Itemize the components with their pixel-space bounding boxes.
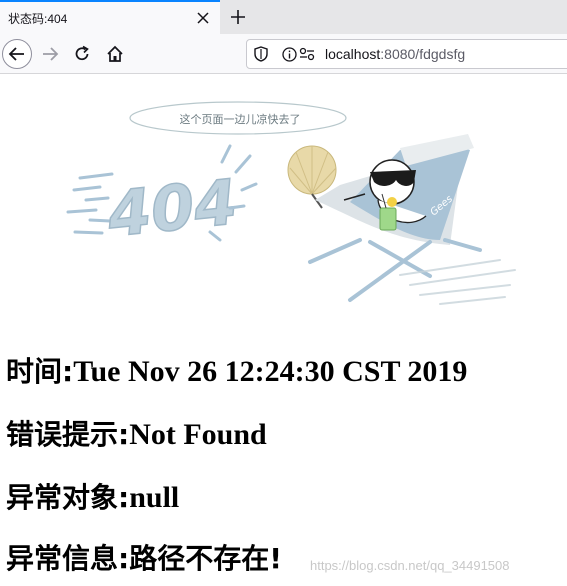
url-text[interactable]: localhost:8080/fdgdsfg [325,46,465,62]
url-host: localhost [325,46,381,62]
exception-info-line: 异常信息:路径不存在! [6,537,282,577]
reload-icon [75,45,89,61]
home-icon [107,45,123,62]
info-icon[interactable] [281,46,297,62]
exception-object-line: 异常对象:null [6,476,179,516]
error-message-value: Not Found [129,418,267,451]
tab-active[interactable]: 状态码:404 [0,0,220,34]
new-tab-icon[interactable] [226,5,250,29]
close-tab-icon[interactable] [194,9,212,27]
error-message-line: 错误提示:Not Found [6,413,267,453]
watermark: https://blog.csdn.net/qq_34491508 [310,558,510,573]
time-line: 时间:Tue Nov 26 12:24:30 CST 2019 [6,350,467,390]
time-label: 时间: [6,355,74,388]
home-button[interactable] [100,39,130,69]
exception-info-label: 异常信息: [6,542,130,575]
permissions-icon[interactable] [299,46,315,62]
address-bar[interactable]: localhost:8080/fdgdsfg [246,39,567,69]
exception-object-label: 异常对象: [6,481,130,514]
time-value: Tue Nov 26 12:24:30 CST 2019 [73,355,468,388]
exception-info-value: 路径不存在! [129,542,282,575]
back-button[interactable] [2,39,32,69]
exception-object-value: null [129,481,180,514]
url-path: :8080/fdgdsfg [380,46,466,62]
error-message-label: 错误提示: [6,418,130,451]
tab-title: 状态码:404 [8,12,68,26]
forward-button[interactable] [35,39,65,69]
404-illustration: 这个页面一边儿凉快去了 404 Gees [66,101,516,305]
bubble-text: 这个页面一边儿凉快去了 [180,112,301,126]
navigation-bar: localhost:8080/fdgdsfg [0,34,567,74]
forward-arrow-icon [43,47,59,61]
reload-button[interactable] [67,39,97,69]
shield-icon[interactable] [253,46,269,62]
back-arrow-icon [8,47,24,61]
tab-strip: 状态码:404 [0,0,567,34]
